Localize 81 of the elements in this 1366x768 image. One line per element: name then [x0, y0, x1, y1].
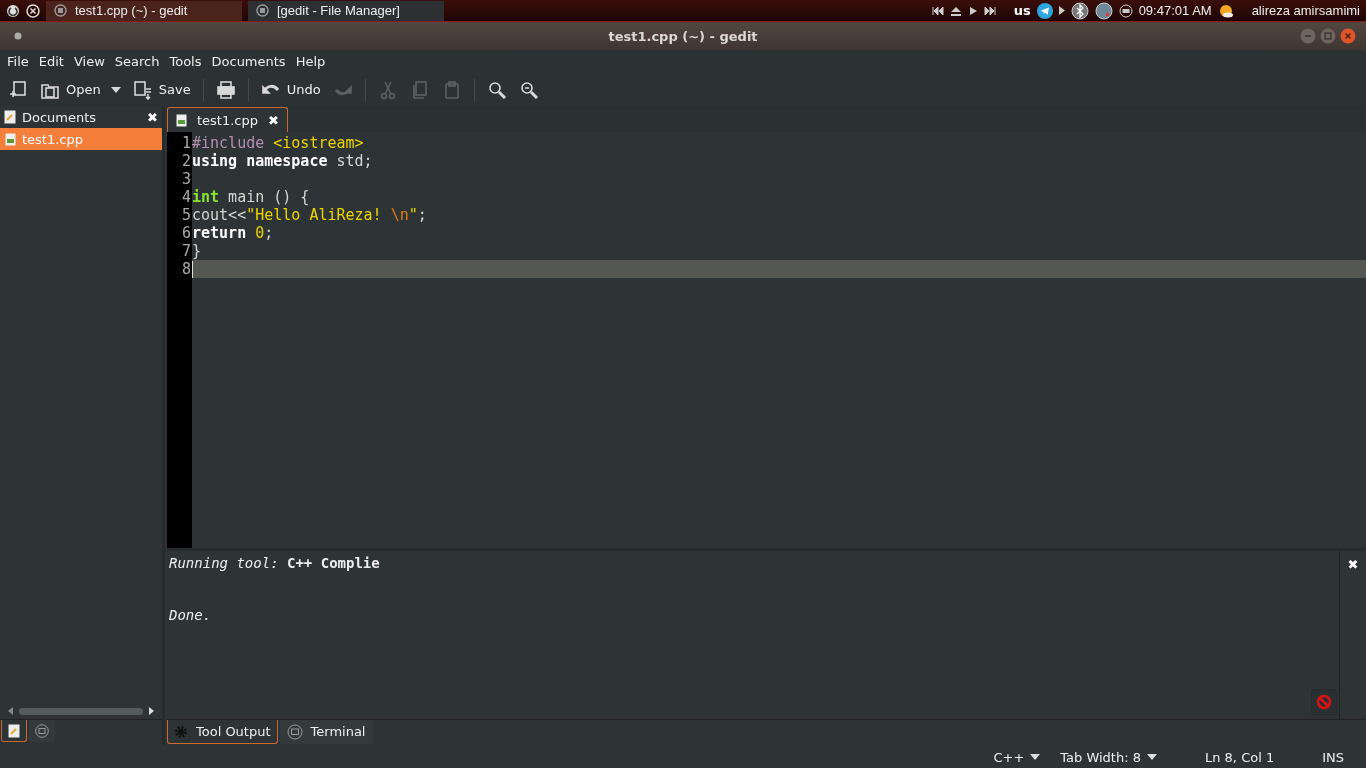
document-tab[interactable]: test1.cpp ✖	[167, 107, 288, 132]
app-icon	[54, 4, 67, 17]
menu-item[interactable]: View	[68, 54, 110, 69]
menu-item[interactable]: Tools	[164, 54, 207, 69]
code-line: int main () {	[192, 188, 310, 206]
printer-icon	[215, 79, 236, 100]
taskbar-button[interactable]: [gedit - File Manager]	[248, 0, 444, 21]
close-button[interactable]: ✖	[147, 109, 158, 125]
caret-icon	[1030, 754, 1041, 760]
cursor-position: Ln 8, Col 1	[1205, 749, 1275, 765]
menu-item[interactable]: File	[2, 54, 34, 69]
stop-button[interactable]	[1311, 689, 1337, 715]
code-line: return 0;	[192, 224, 274, 242]
new-document-icon	[8, 79, 28, 100]
documents-tab[interactable]	[1, 720, 27, 742]
search-icon	[486, 79, 507, 100]
stop-icon	[1316, 694, 1332, 710]
line-number: 4	[180, 188, 192, 206]
window-title: test1.cpp (~) - gedit	[608, 28, 758, 44]
paper-plane-icon[interactable]	[1036, 2, 1053, 19]
network-icon[interactable]	[1094, 1, 1113, 20]
close-button[interactable]	[1340, 28, 1356, 44]
keyboard-layout[interactable]: us	[1013, 3, 1031, 18]
menu-item[interactable]: Edit	[33, 54, 69, 69]
language-dropdown[interactable]: C++	[993, 749, 1041, 765]
skip-back-icon[interactable]	[931, 5, 944, 16]
save-button[interactable]: Save	[128, 76, 195, 103]
terminal-icon	[286, 723, 303, 740]
undo-button[interactable]: Undo	[256, 76, 325, 103]
menu-item[interactable]: Help	[290, 54, 331, 69]
line-number: 3	[180, 170, 192, 188]
panel-title: Documents	[22, 109, 98, 125]
triangle-icon[interactable]	[1058, 6, 1065, 15]
play-icon[interactable]	[967, 5, 978, 16]
insert-mode: INS	[1322, 749, 1344, 765]
output-line: Running tool: C++ Complie	[169, 555, 381, 571]
window-menu-icon[interactable]	[14, 32, 22, 40]
gear-icon	[174, 724, 188, 739]
caret-icon	[110, 86, 121, 93]
line-number: 2	[180, 152, 192, 170]
code-editor[interactable]: 1 2 3 4 5 6 7 8 #include <iostream> using namespace std; int main () { cout<<"Hello AliReza! \n"; return 0; }	[167, 132, 1366, 548]
caret-icon	[1147, 754, 1157, 760]
search-replace-icon	[518, 79, 539, 100]
code-line: }	[192, 242, 202, 260]
line-number: 7	[180, 242, 192, 260]
terminal-tab[interactable]: Terminal	[279, 720, 373, 744]
clock[interactable]: 09:47:01 AM	[1138, 3, 1212, 18]
code-line: using namespace std;	[192, 152, 373, 170]
eject-icon[interactable]	[949, 5, 962, 16]
line-number: 1	[180, 134, 192, 152]
file-icon	[176, 113, 187, 127]
close-button[interactable]: ✖	[268, 112, 279, 128]
tool-output-tab[interactable]: Tool Output	[167, 720, 278, 744]
code-line: #include <iostream>	[192, 134, 364, 152]
text-cursor	[192, 260, 193, 278]
output-line: Done.	[169, 607, 213, 623]
taskbar-button[interactable]: test1.cpp (~) - gedit	[46, 0, 242, 21]
weather-sun-icon[interactable]	[1217, 2, 1234, 19]
arrow-right-icon[interactable]	[149, 707, 154, 715]
file-icon	[5, 132, 16, 146]
line-number: 6	[180, 224, 192, 242]
power-icon[interactable]	[6, 3, 20, 18]
code-line: cout<<"Hello AliReza! \n";	[192, 206, 427, 224]
menu-item[interactable]: Documents	[206, 54, 291, 69]
close-button[interactable]: ✖	[1347, 557, 1359, 719]
user-name[interactable]: alireza amirsamimi	[1251, 3, 1360, 18]
arrow-left-icon[interactable]	[8, 707, 13, 715]
save-icon	[132, 79, 153, 100]
open-button[interactable]: Open	[36, 76, 125, 103]
menu-item[interactable]: Search	[109, 54, 165, 69]
bluetooth-icon[interactable]	[1070, 1, 1089, 20]
close-icon[interactable]	[26, 3, 40, 18]
document-icon	[8, 723, 20, 738]
line-number: 5	[180, 206, 192, 224]
app-icon	[256, 4, 269, 17]
file-browser-tab[interactable]	[29, 720, 55, 742]
line-number: 8	[180, 260, 192, 278]
battery-icon[interactable]	[1118, 3, 1133, 18]
document-icon	[4, 110, 16, 124]
tab-width-dropdown[interactable]: Tab Width: 8	[1060, 749, 1157, 765]
skip-forward-icon[interactable]	[983, 5, 996, 16]
